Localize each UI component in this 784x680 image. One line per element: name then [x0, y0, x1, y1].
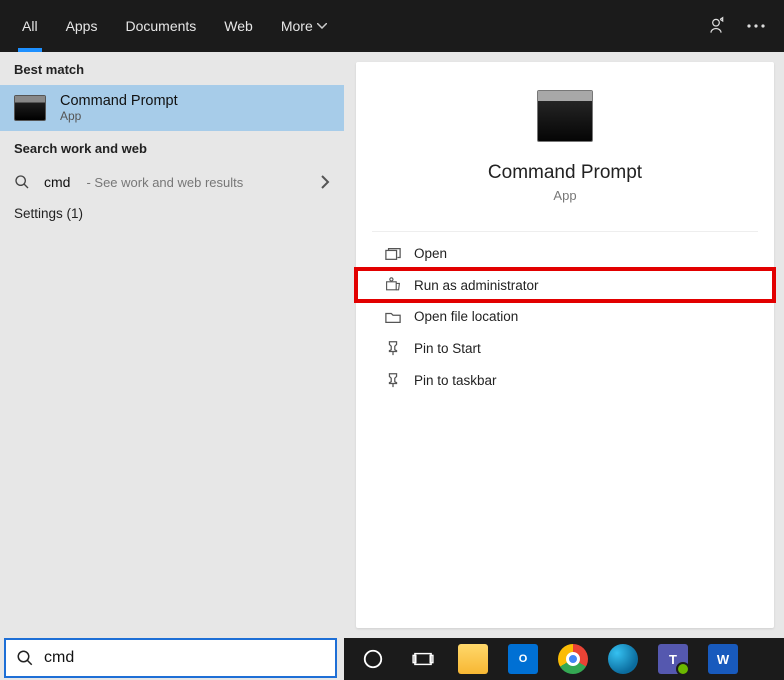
action-open[interactable]: Open [356, 238, 774, 269]
web-result-term: cmd [44, 174, 70, 190]
best-match-header: Best match [0, 52, 344, 85]
tab-more-label: More [281, 18, 313, 34]
action-pin-to-start[interactable]: Pin to Start [356, 332, 774, 364]
task-view-button[interactable] [400, 639, 446, 679]
outlook-icon: O [508, 644, 538, 674]
command-prompt-icon [537, 90, 593, 142]
search-box[interactable] [4, 638, 337, 678]
file-explorer-icon [458, 644, 488, 674]
tab-documents[interactable]: Documents [111, 0, 210, 52]
chrome-icon [558, 644, 588, 674]
action-pin-start-label: Pin to Start [414, 341, 481, 356]
edge-icon [608, 644, 638, 674]
preview-panel: Command Prompt App Open Run as administr… [344, 52, 784, 638]
command-prompt-icon [14, 95, 46, 121]
settings-group[interactable]: Settings (1) [0, 196, 344, 231]
open-icon [384, 247, 402, 261]
taskbar-outlook[interactable]: O [500, 639, 546, 679]
tab-more[interactable]: More [267, 0, 341, 52]
folder-icon [384, 310, 402, 324]
search-icon [14, 174, 32, 190]
pin-start-icon [384, 340, 402, 356]
tab-all[interactable]: All [8, 0, 52, 52]
preview-title: Command Prompt [488, 162, 642, 184]
taskbar-edge[interactable] [600, 639, 646, 679]
tab-web[interactable]: Web [210, 0, 267, 52]
taskbar: O T W [344, 638, 784, 680]
search-filter-tabbar: All Apps Documents Web More [0, 0, 784, 52]
preview-card: Command Prompt App Open Run as administr… [356, 62, 774, 628]
more-options-icon[interactable] [736, 6, 776, 46]
taskbar-chrome[interactable] [550, 639, 596, 679]
action-pin-to-taskbar[interactable]: Pin to taskbar [356, 364, 774, 396]
feedback-icon[interactable] [696, 6, 736, 46]
action-run-admin-label: Run as administrator [414, 278, 539, 293]
taskbar-word[interactable]: W [700, 639, 746, 679]
action-run-as-administrator[interactable]: Run as administrator [356, 269, 774, 301]
pin-taskbar-icon [384, 372, 402, 388]
preview-subtitle: App [553, 188, 576, 203]
chevron-right-icon [321, 175, 330, 189]
search-input[interactable] [44, 649, 325, 667]
divider [372, 231, 758, 232]
search-work-web-header: Search work and web [0, 131, 344, 164]
action-pin-taskbar-label: Pin to taskbar [414, 373, 497, 388]
action-open-label: Open [414, 246, 447, 261]
admin-shield-icon [384, 277, 402, 293]
result-title: Command Prompt [60, 93, 178, 109]
action-open-file-location[interactable]: Open file location [356, 301, 774, 332]
taskbar-teams[interactable]: T [650, 639, 696, 679]
teams-icon: T [658, 644, 688, 674]
web-result-cmd[interactable]: cmd - See work and web results [0, 164, 344, 196]
results-panel: Best match Command Prompt App Search wor… [0, 52, 344, 638]
action-open-loc-label: Open file location [414, 309, 518, 324]
result-subtitle: App [60, 109, 178, 123]
tab-apps[interactable]: Apps [52, 0, 112, 52]
cortana-button[interactable] [350, 639, 396, 679]
word-icon: W [708, 644, 738, 674]
chevron-down-icon [317, 23, 327, 29]
search-icon [16, 649, 34, 667]
web-result-hint: - See work and web results [86, 175, 243, 190]
taskbar-file-explorer[interactable] [450, 639, 496, 679]
search-row [0, 638, 344, 680]
result-command-prompt[interactable]: Command Prompt App [0, 85, 344, 131]
